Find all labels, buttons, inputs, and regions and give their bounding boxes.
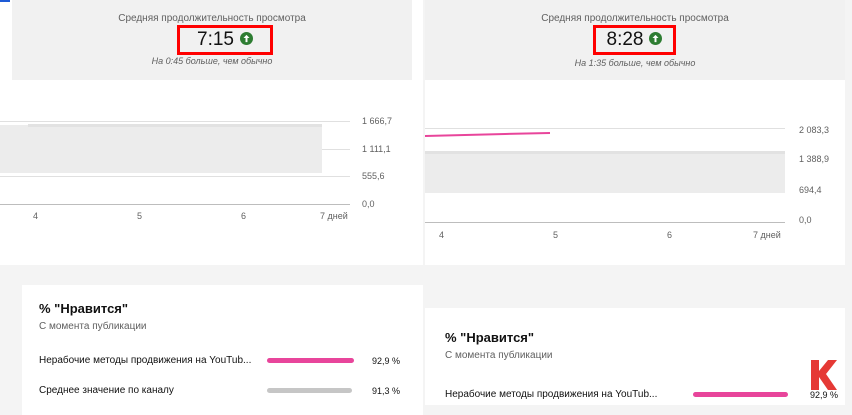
chart-shaded-area [425, 153, 785, 193]
k-logo-icon [808, 358, 838, 392]
x-tick: 7 дней [753, 230, 781, 240]
gridline [0, 121, 350, 122]
likes-row-value: 91,3 % [372, 386, 401, 396]
left-likes-card: % "Нравится" С момента публикации Нерабо… [22, 285, 423, 415]
x-axis [425, 222, 785, 223]
chart-shaded-area-top [28, 124, 322, 127]
left-chart-card: Средняя продолжительность просмотра 7:15… [0, 0, 423, 265]
stat-value: 8:28 [606, 29, 644, 50]
right-chart-card: Средняя продолжительность просмотра 8:28… [425, 0, 845, 265]
x-tick: 6 [241, 211, 247, 221]
corner-marker [0, 0, 10, 2]
y-tick: 0,0 [362, 199, 375, 209]
stat-value: 7:15 [197, 29, 234, 50]
right-likes-card: % "Нравится" С момента публикации Нерабо… [425, 308, 845, 405]
x-tick: 5 [137, 211, 143, 221]
chart-shaded-area [0, 125, 322, 173]
y-tick: 1 111,1 [362, 144, 391, 154]
likes-subtitle: С момента публикации [39, 321, 147, 332]
likes-bar-primary [693, 392, 788, 397]
stat-label: Средняя продолжительность просмотра [541, 13, 729, 24]
likes-subtitle: С момента публикации [445, 350, 553, 361]
likes-row-value: 92,9 % [372, 356, 401, 366]
stat-value-highlight: 8:28 [593, 25, 676, 55]
arrow-up-circle-icon [239, 29, 253, 51]
x-tick: 7 дней [320, 211, 348, 221]
chart-shaded-area-top [425, 151, 785, 154]
likes-row-label: Нерабочие методы продвижения на YouTub..… [39, 355, 252, 366]
stat-label: Средняя продолжительность просмотра [118, 13, 306, 24]
x-tick: 4 [439, 230, 445, 240]
left-stat-box[interactable]: Средняя продолжительность просмотра 7:15… [12, 0, 412, 80]
x-axis [0, 204, 350, 205]
arrow-up-circle-icon [649, 29, 663, 51]
series-line [425, 132, 551, 137]
stat-note: На 1:35 больше, чем обычно [574, 58, 696, 68]
x-tick: 6 [667, 230, 673, 240]
right-stat-box[interactable]: Средняя продолжительность просмотра 8:28… [425, 0, 845, 80]
likes-row-label: Нерабочие методы продвижения на YouTub..… [445, 389, 658, 400]
x-tick: 4 [33, 211, 39, 221]
likes-title: % "Нравится" [39, 301, 129, 316]
likes-title: % "Нравится" [445, 330, 535, 345]
y-tick: 1 388,9 [799, 154, 830, 164]
y-tick: 2 083,3 [799, 125, 830, 135]
stat-note: На 0:45 больше, чем обычно [151, 56, 273, 66]
likes-bar-primary [267, 358, 354, 363]
likes-row-label: Среднее значение по каналу [39, 385, 174, 396]
y-tick: 694,4 [799, 185, 822, 195]
likes-bar-secondary [267, 388, 352, 393]
y-tick: 1 666,7 [362, 116, 393, 126]
stat-value-highlight: 7:15 [177, 25, 273, 55]
x-tick: 5 [553, 230, 559, 240]
gridline [0, 176, 350, 177]
y-tick: 555,6 [362, 171, 385, 181]
y-tick: 0,0 [799, 215, 812, 225]
